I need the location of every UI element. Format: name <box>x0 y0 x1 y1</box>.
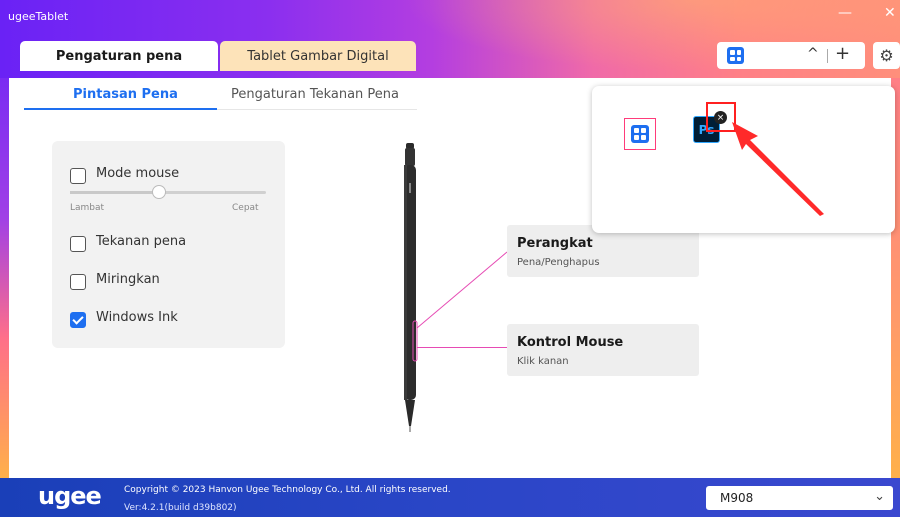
footer: ugee Copyright © 2023 Hanvon Ugee Techno… <box>0 478 900 517</box>
speed-fast-label: Cepat <box>232 203 259 213</box>
speed-slider-fill <box>70 191 159 194</box>
left-decoration <box>0 78 9 478</box>
collapse-caret-icon[interactable]: ^ <box>807 46 819 62</box>
speed-slider-knob[interactable] <box>152 185 167 199</box>
active-tab-underline <box>24 108 217 110</box>
connector-line-diagonal <box>417 251 507 329</box>
settings-gear-icon[interactable]: ⚙ <box>873 42 900 69</box>
connector-line <box>417 347 507 348</box>
chevron-down-icon: ⌄ <box>874 489 885 504</box>
tilt-label: Miringkan <box>96 272 160 287</box>
copyright-text: Copyright © 2023 Hanvon Ugee Technology … <box>124 485 451 495</box>
divider <box>827 49 828 63</box>
tab-drawing-tablet[interactable]: Tablet Gambar Digital <box>220 41 416 71</box>
app-grid-item[interactable] <box>624 118 656 150</box>
app-selector[interactable]: ^ + <box>717 42 865 69</box>
close-button[interactable]: ✕ <box>884 5 896 21</box>
speed-slider[interactable] <box>70 185 266 199</box>
annotation-arrow <box>732 122 824 216</box>
tab-divider <box>217 109 417 110</box>
button-card-title: Perangkat <box>517 236 593 251</box>
app-grid-icon[interactable] <box>727 47 744 64</box>
version-text: Ver:4.2.1(build d39b802) <box>124 503 237 513</box>
tab-pen-settings[interactable]: Pengaturan pena <box>20 41 218 71</box>
pen-pressure-label: Tekanan pena <box>96 234 187 249</box>
app-grid-icon <box>631 125 649 143</box>
device-select-value: M908 <box>720 491 754 505</box>
mouse-mode-label: Mode mouse <box>96 166 180 181</box>
speed-slow-label: Lambat <box>70 203 105 213</box>
windows-ink-checkbox[interactable] <box>70 312 86 328</box>
button-card-subtitle: Klik kanan <box>517 356 569 367</box>
add-app-button[interactable]: + <box>835 43 850 64</box>
button-card-subtitle: Pena/Penghapus <box>517 257 600 268</box>
pen-pressure-checkbox[interactable] <box>70 236 86 252</box>
tab-pressure-settings[interactable]: Pengaturan Tekanan Pena <box>231 87 399 102</box>
app-window: ugeeTablet — ✕ Pengaturan pena Tablet Ga… <box>0 0 900 517</box>
windows-ink-label: Windows Ink <box>96 310 178 325</box>
tilt-checkbox[interactable] <box>70 274 86 290</box>
tab-pen-shortcuts[interactable]: Pintasan Pena <box>73 87 178 102</box>
pen-settings-panel: Mode mouse Lambat Cepat Tekanan pena Mir… <box>52 141 285 348</box>
mouse-mode-checkbox[interactable] <box>70 168 86 184</box>
device-select[interactable]: M908 ⌄ <box>706 486 893 510</box>
ugee-logo: ugee <box>38 482 102 510</box>
button-card-mouse-control[interactable]: Kontrol Mouse Klik kanan <box>507 324 699 376</box>
button-card-title: Kontrol Mouse <box>517 335 624 350</box>
remove-app-icon[interactable]: × <box>714 111 727 124</box>
minimize-button[interactable]: — <box>838 5 852 21</box>
window-title: ugeeTablet <box>8 10 69 23</box>
